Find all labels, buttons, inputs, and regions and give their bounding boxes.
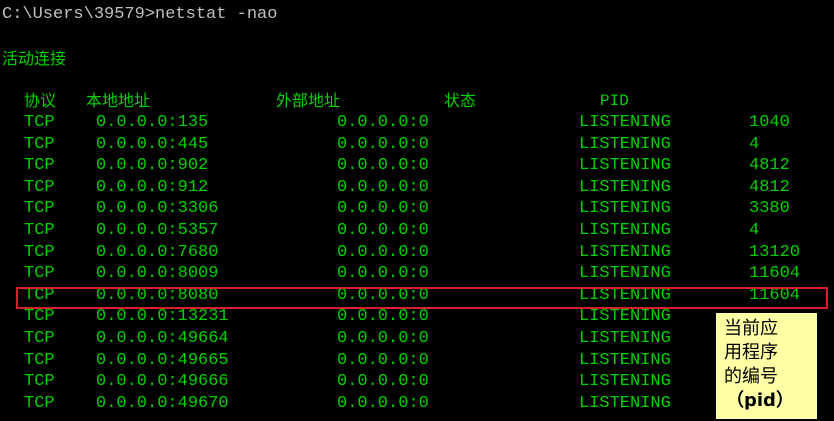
cell-state: LISTENING: [579, 328, 671, 348]
cell-pid: 13120: [749, 242, 801, 262]
cell-proto: TCP: [24, 393, 55, 413]
cell-state: LISTENING: [579, 350, 671, 370]
table-body: TCP 0.0.0.0:135 0.0.0.0:0 LISTENING 1040 TCP 0…: [0, 112, 834, 414]
cell-foreign-address: 0.0.0.0:0: [337, 134, 429, 154]
callout-line: 当前应: [724, 318, 778, 339]
cell-pid: 4: [749, 220, 760, 240]
cell-local-address: 0.0.0.0:912: [96, 177, 209, 197]
cell-proto: TCP: [24, 328, 55, 348]
connections-table: 协议 本地地址 外部地址 状态 PID TCP 0.0.0.0:135 0.0.0.…: [0, 90, 834, 414]
cell-foreign-address: 0.0.0.0:0: [337, 372, 429, 392]
cell-proto: TCP: [24, 177, 55, 197]
table-row: TCP 0.0.0.0:7680 0.0.0.0:0 LISTENING 13120: [0, 242, 834, 264]
table-row: TCP 0.0.0.0:3306 0.0.0.0:0 LISTENING 3380: [0, 198, 834, 220]
cell-local-address: 0.0.0.0:445: [96, 134, 209, 154]
cell-proto: TCP: [24, 350, 55, 370]
cell-proto: TCP: [24, 264, 55, 284]
cell-state: LISTENING: [579, 307, 671, 327]
cell-state: LISTENING: [579, 242, 671, 262]
cell-state: LISTENING: [579, 199, 671, 219]
table-row: TCP 0.0.0.0:902 0.0.0.0:0 LISTENING 4812: [0, 155, 834, 177]
header-state: 状态: [444, 91, 477, 110]
callout-line: （pid）: [726, 390, 794, 411]
cell-foreign-address: 0.0.0.0:0: [337, 350, 429, 370]
header-pid: PID: [600, 92, 629, 110]
cell-state: LISTENING: [579, 285, 671, 305]
cell-local-address: 0.0.0.0:49664: [96, 328, 229, 348]
header-proto: 协议: [24, 91, 57, 110]
callout-line: 用程序: [724, 342, 778, 363]
cell-pid: 11604: [749, 285, 801, 305]
callout-line: 的编号: [724, 366, 778, 387]
cell-foreign-address: 0.0.0.0:0: [337, 156, 429, 176]
cell-state: LISTENING: [579, 177, 671, 197]
cell-foreign-address: 0.0.0.0:0: [337, 285, 429, 305]
cell-local-address: 0.0.0.0:49666: [96, 372, 229, 392]
cell-foreign-address: 0.0.0.0:0: [337, 113, 429, 132]
cell-foreign-address: 0.0.0.0:0: [337, 199, 429, 219]
cell-proto: TCP: [24, 220, 55, 240]
cell-foreign-address: 0.0.0.0:0: [337, 264, 429, 284]
header-local-address: 本地地址: [86, 91, 151, 110]
cell-local-address: 0.0.0.0:13231: [96, 307, 229, 327]
table-row: TCP 0.0.0.0:912 0.0.0.0:0 LISTENING 4812: [0, 177, 834, 199]
pid-callout: 当前应 用程序 的编号 （pid）: [716, 313, 817, 419]
cell-proto: TCP: [24, 156, 55, 176]
cell-pid: 11604: [749, 264, 801, 284]
cell-local-address: 0.0.0.0:49665: [96, 350, 229, 370]
cell-pid: 4812: [749, 156, 790, 176]
table-row: TCP 0.0.0.0:49664 0.0.0.0:0 LISTENING: [0, 328, 834, 350]
cell-foreign-address: 0.0.0.0:0: [337, 393, 429, 413]
cell-local-address: 0.0.0.0:5357: [96, 220, 219, 240]
table-row: TCP 0.0.0.0:5357 0.0.0.0:0 LISTENING 4: [0, 220, 834, 242]
table-row: TCP 0.0.0.0:49670 0.0.0.0:0 LISTENING: [0, 393, 834, 415]
cell-proto: TCP: [24, 134, 55, 154]
cell-local-address: 0.0.0.0:49670: [96, 393, 229, 413]
table-row: TCP 0.0.0.0:49666 0.0.0.0:0 LISTENING: [0, 371, 834, 393]
command-line: C:\Users\39579>netstat -nao: [2, 5, 278, 24]
table-row: TCP 0.0.0.0:8009 0.0.0.0:0 LISTENING 11604: [0, 263, 834, 285]
cell-pid: 3380: [749, 199, 790, 219]
cell-proto: TCP: [24, 307, 55, 327]
table-header: 协议 本地地址 外部地址 状态 PID: [0, 90, 834, 112]
table-row: TCP 0.0.0.0:445 0.0.0.0:0 LISTENING 4: [0, 134, 834, 156]
console-window[interactable]: C:\Users\39579>netstat -nao 活动连接 协议 本地地址…: [0, 0, 834, 421]
table-row: TCP 0.0.0.0:135 0.0.0.0:0 LISTENING 1040: [0, 112, 834, 134]
cell-proto: TCP: [24, 113, 55, 132]
cell-local-address: 0.0.0.0:8009: [96, 264, 219, 284]
cell-pid: 4: [749, 134, 760, 154]
cell-foreign-address: 0.0.0.0:0: [337, 220, 429, 240]
cell-state: LISTENING: [579, 134, 671, 154]
cell-state: LISTENING: [579, 372, 671, 392]
cell-local-address: 0.0.0.0:902: [96, 156, 209, 176]
cell-state: LISTENING: [579, 156, 671, 176]
cell-pid: 4812: [749, 177, 790, 197]
cell-state: LISTENING: [579, 264, 671, 284]
cell-foreign-address: 0.0.0.0:0: [337, 307, 429, 327]
cell-foreign-address: 0.0.0.0:0: [337, 328, 429, 348]
cell-proto: TCP: [24, 372, 55, 392]
cell-local-address: 0.0.0.0:3306: [96, 199, 219, 219]
table-row: TCP 0.0.0.0:49665 0.0.0.0:0 LISTENING: [0, 350, 834, 372]
cell-proto: TCP: [24, 199, 55, 219]
cell-foreign-address: 0.0.0.0:0: [337, 242, 429, 262]
table-row: TCP 0.0.0.0:13231 0.0.0.0:0 LISTENING: [0, 306, 834, 328]
cell-state: LISTENING: [579, 220, 671, 240]
cell-proto: TCP: [24, 242, 55, 262]
cell-pid: 1040: [749, 113, 790, 132]
cell-local-address: 0.0.0.0:8080: [96, 285, 219, 305]
cell-state: LISTENING: [579, 113, 671, 132]
cell-state: LISTENING: [579, 393, 671, 413]
section-title: 活动连接: [2, 49, 67, 68]
cell-foreign-address: 0.0.0.0:0: [337, 177, 429, 197]
header-foreign-address: 外部地址: [276, 91, 341, 110]
cell-local-address: 0.0.0.0:135: [96, 113, 209, 132]
cell-local-address: 0.0.0.0:7680: [96, 242, 219, 262]
cell-proto: TCP: [24, 285, 55, 305]
table-row: TCP 0.0.0.0:8080 0.0.0.0:0 LISTENING 11604: [0, 285, 834, 307]
